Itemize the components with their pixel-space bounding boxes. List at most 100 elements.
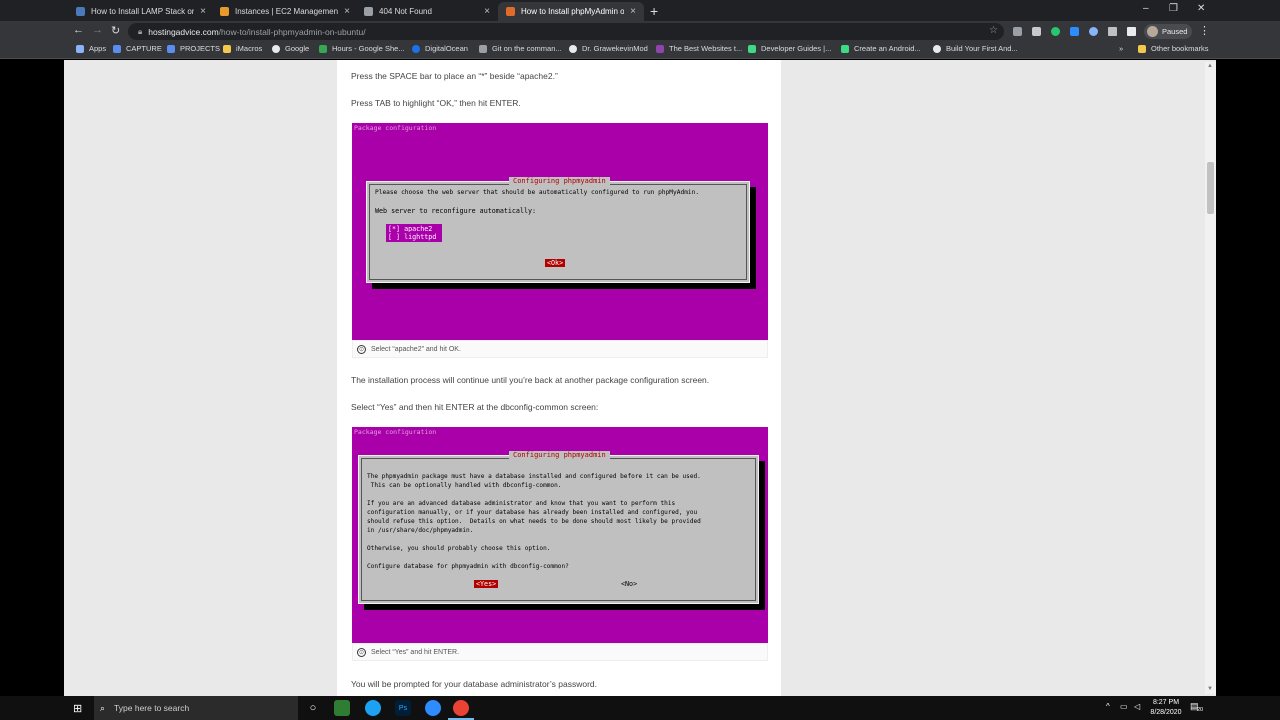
bookmark-grawekevinmod[interactable]: Dr. GrawekevinMod (569, 44, 648, 53)
dialog-text: This can be optionally handled with dbco… (367, 482, 562, 489)
bookmark-best-websites[interactable]: The Best Websites t... (656, 44, 742, 53)
bookmarks-bar: Apps CAPTURE PROJECTS iMacros Google Hou… (0, 42, 1280, 59)
bookmark-git-command[interactable]: Git on the comman... (479, 44, 562, 53)
restore-button[interactable]: ❐ (1169, 3, 1178, 14)
green-extension-icon[interactable] (1051, 27, 1060, 36)
bookmarks-overflow-button[interactable]: » (1119, 44, 1123, 53)
url-host: hostingadvice.com (148, 26, 219, 37)
terminal-screenshot-dbconfig: Package configuration Configuring phpmya… (352, 427, 768, 643)
instruction-paragraph: You will be prompted for your database a… (351, 679, 598, 689)
bookmark-google[interactable]: Google (272, 44, 309, 53)
bookmark-build-first[interactable]: Build Your First And... (933, 44, 1018, 53)
minimize-button[interactable]: – (1143, 3, 1149, 14)
camera-extension-icon[interactable] (1013, 27, 1022, 36)
forward-button[interactable]: → (92, 24, 103, 36)
new-tab-button[interactable]: + (650, 3, 658, 19)
apps-grid-icon (76, 44, 84, 53)
dialog-text: Web server to reconfigure automatically: (375, 207, 537, 215)
terminal-screenshot-webserver: Package configuration Configuring phpmya… (352, 123, 768, 340)
package-config-title: Package configuration (354, 124, 437, 132)
drive-icon (319, 44, 327, 53)
config-dialog: Configuring phpmyadmin The phpmyadmin pa… (358, 451, 759, 604)
android-icon (748, 44, 756, 53)
bookmark-label: Create an Android... (854, 44, 921, 53)
tab-lamp-stack[interactable]: How to Install LAMP Stack on AWS × (68, 2, 214, 21)
camera-icon: ⊙ (357, 344, 366, 354)
bookmark-other[interactable]: Other bookmarks (1138, 44, 1209, 53)
bookmark-star-icon[interactable]: ☆ (989, 25, 998, 36)
url-path: /how-to/install-phpmyadmin-on-ubuntu/ (218, 26, 366, 37)
tab-404[interactable]: 404 Not Found × (356, 2, 498, 21)
caption-text: Select “apache2” and hit OK. (371, 345, 461, 353)
bookmark-label: Dr. GrawekevinMod (582, 44, 648, 53)
bookmark-apps[interactable]: Apps (76, 44, 106, 53)
tab-phpmyadmin[interactable]: How to Install phpMyAdmin on Ubuntu × (498, 2, 644, 21)
puzzle-extensions-icon[interactable] (1108, 27, 1117, 36)
tab-ec2-console[interactable]: Instances | EC2 Management Console × (212, 2, 358, 21)
folder-icon (223, 44, 231, 53)
screen-extension-icon[interactable] (1032, 27, 1041, 36)
scroll-up-arrow-icon[interactable]: ▲ (1207, 63, 1213, 69)
tab-title: How to Install LAMP Stack on AWS (91, 7, 195, 16)
taskbar-clock[interactable]: 8:27 PM 8/28/2020 (1144, 698, 1188, 718)
tab-favicon-icon (506, 7, 515, 16)
zoom-icon[interactable] (425, 700, 441, 716)
document-icon (113, 44, 121, 53)
windows-start-icon[interactable]: ⊞ (73, 702, 82, 715)
yes-button[interactable]: <Yes> (474, 580, 499, 588)
bookmark-label: Google (285, 44, 310, 53)
globe-icon (569, 44, 577, 53)
zoom-extension-icon[interactable] (1070, 27, 1079, 36)
bookmark-label: iMacros (236, 44, 263, 53)
digitalocean-icon (412, 44, 420, 53)
page-scrollbar[interactable]: ▲ ▼ (1205, 62, 1216, 694)
bookmark-imacros[interactable]: iMacros (223, 44, 262, 53)
photoshop-icon[interactable]: Ps (395, 700, 411, 716)
no-button[interactable]: <No> (621, 580, 637, 588)
cortana-icon[interactable]: ○ (305, 700, 321, 716)
address-bar[interactable]: 🔒︎ hostingadvice.com /how-to/install-php… (128, 23, 1004, 40)
tab-favicon-icon (76, 7, 85, 16)
scrollbar-thumb[interactable] (1207, 162, 1214, 214)
bookmark-create-android[interactable]: Create an Android... (841, 44, 921, 53)
tab-close-icon[interactable]: × (484, 6, 490, 17)
image-caption: ⊙ Select “Yes” and hit ENTER. (352, 643, 768, 661)
search-icon: ⌕ (100, 702, 106, 713)
ok-button[interactable]: <Ok> (545, 259, 566, 267)
network-icon[interactable]: ▭ (1120, 702, 1128, 711)
avatar (1147, 26, 1158, 37)
bookmark-label: Apps (89, 44, 107, 53)
globe-icon (933, 44, 941, 53)
browser-app-icon[interactable] (365, 700, 381, 716)
back-button[interactable]: ← (73, 24, 84, 36)
dialog-text: Please choose the web server that should… (375, 189, 700, 196)
browser-toolbar: ← → ↻ 🔒︎ hostingadvice.com /how-to/insta… (0, 21, 1280, 42)
taskbar-search-box[interactable]: ⌕ Type here to search (94, 696, 298, 720)
bookmark-projects[interactable]: PROJECTS (167, 44, 220, 53)
close-window-button[interactable]: ✕ (1197, 3, 1205, 14)
lock-icon: 🔒︎ (138, 26, 143, 36)
bookmark-developer-guides[interactable]: Developer Guides |... (748, 44, 831, 53)
cast-icon[interactable] (1127, 27, 1136, 36)
reload-button[interactable]: ↻ (111, 24, 120, 37)
terminal-app-icon[interactable] (334, 700, 350, 716)
document-icon (167, 44, 175, 53)
bookmark-hours-sheet[interactable]: Hours - Google She... (319, 44, 405, 53)
windows-taskbar: ⊞ ⌕ Type here to search ○ Ps ^ ▭ ◁ 8:27 … (0, 696, 1280, 720)
tray-expand-icon[interactable]: ^ (1106, 702, 1110, 711)
volume-icon[interactable]: ◁ (1134, 702, 1140, 711)
chrome-icon[interactable] (453, 700, 469, 716)
scroll-down-arrow-icon[interactable]: ▼ (1207, 686, 1213, 692)
dialog-title: Configuring phpmyadmin (509, 177, 610, 185)
tab-close-icon[interactable]: × (630, 6, 636, 17)
tab-title: Instances | EC2 Management Console (235, 7, 339, 16)
tab-close-icon[interactable]: × (200, 6, 206, 17)
browser-menu-icon[interactable]: ⋮ (1199, 24, 1210, 37)
drive-extension-icon[interactable] (1089, 27, 1098, 36)
bookmark-digitalocean[interactable]: DigitalOcean (412, 44, 468, 53)
tab-close-icon[interactable]: × (344, 6, 350, 17)
option-lighttpd[interactable]: [ ] lighttpd (386, 232, 443, 242)
profile-button[interactable]: Paused (1144, 24, 1192, 39)
bookmark-capture[interactable]: CAPTURE (113, 44, 162, 53)
instruction-paragraph: Press TAB to highlight “OK,” then hit EN… (351, 98, 521, 108)
